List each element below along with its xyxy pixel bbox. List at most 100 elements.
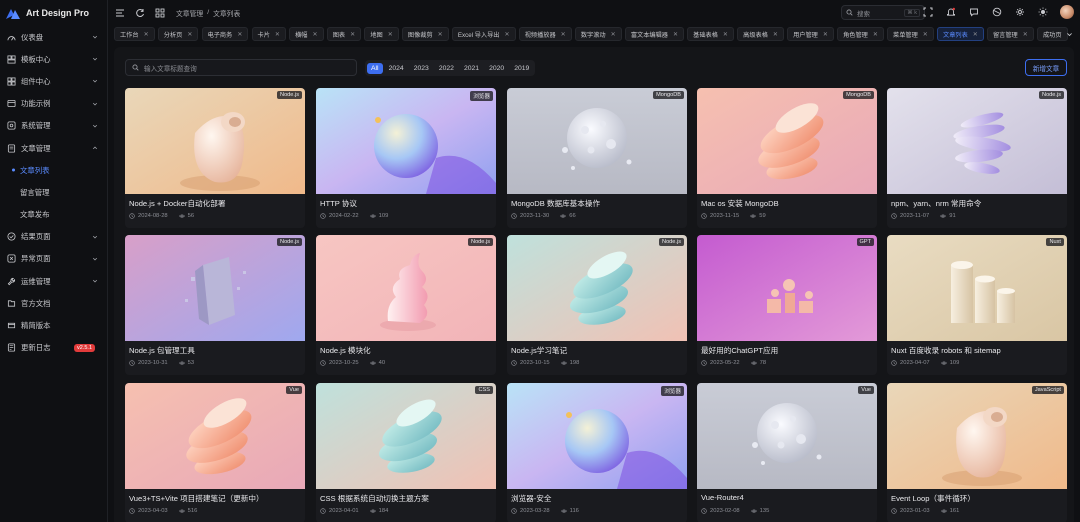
- article-card[interactable]: Node.js npm、yarn、nrm 常用命令 2023-11-07 91: [887, 88, 1067, 228]
- tab[interactable]: 图像裁剪 ✕: [401, 27, 449, 41]
- notification-bell-icon[interactable]: [945, 6, 957, 18]
- article-title[interactable]: 最好用的ChatGPT应用: [701, 345, 873, 356]
- article-title[interactable]: Node.js + Docker自动化部署: [129, 198, 301, 209]
- close-icon[interactable]: ✕: [388, 31, 393, 38]
- tab[interactable]: 留言管理 ✕: [986, 27, 1034, 41]
- article-card[interactable]: 浏览器 HTTP 协议 2024-02-22 109: [316, 88, 496, 228]
- article-title[interactable]: Mac os 安装 MongoDB: [701, 198, 873, 209]
- sidebar-item[interactable]: 留言管理: [0, 181, 107, 203]
- sidebar-item[interactable]: 模板中心: [0, 48, 107, 70]
- article-title[interactable]: 浏览器-安全: [511, 493, 683, 504]
- theme-sun-icon[interactable]: [1037, 6, 1049, 18]
- close-icon[interactable]: ✕: [350, 31, 355, 38]
- close-icon[interactable]: ✕: [823, 31, 828, 38]
- user-avatar[interactable]: [1060, 5, 1074, 19]
- article-cover-image[interactable]: [697, 383, 877, 489]
- tab[interactable]: 图表 ✕: [326, 27, 362, 41]
- article-cover-image[interactable]: [697, 88, 877, 194]
- close-icon[interactable]: ✕: [313, 31, 318, 38]
- article-card[interactable]: CSS CSS 根据系统自动切换主题方案 2023-04-01 184: [316, 383, 496, 522]
- article-card[interactable]: Node.js Node.js 包管理工具 2023-10-31 53: [125, 235, 305, 375]
- global-search[interactable]: 搜索 ⌘ k: [841, 5, 925, 20]
- article-cover-image[interactable]: [887, 383, 1067, 489]
- article-cover-image[interactable]: [507, 88, 687, 194]
- article-cover-image[interactable]: [125, 235, 305, 341]
- refresh-icon[interactable]: [134, 7, 146, 19]
- tab[interactable]: 基础表格 ✕: [687, 27, 734, 41]
- sidebar-item[interactable]: 精简版本: [0, 314, 107, 336]
- article-card[interactable]: 浏览器 浏览器-安全 2023-03-28 116: [507, 383, 687, 522]
- chat-icon[interactable]: [968, 6, 980, 18]
- close-icon[interactable]: ✕: [561, 31, 566, 38]
- article-cover-image[interactable]: [507, 235, 687, 341]
- year-option[interactable]: 2023: [410, 63, 433, 74]
- add-article-button[interactable]: 新增文章: [1025, 59, 1067, 76]
- article-search-input[interactable]: 输入文章标题查询: [125, 59, 357, 76]
- article-title[interactable]: npm、yarn、nrm 常用命令: [891, 198, 1063, 209]
- article-card[interactable]: GPT 最好用的ChatGPT应用 2023-05-22 78: [697, 235, 877, 375]
- article-card[interactable]: MongoDB Mac os 安装 MongoDB 2023-11-15 59: [697, 88, 877, 228]
- article-title[interactable]: Event Loop（事件循环）: [891, 493, 1063, 504]
- close-icon[interactable]: ✕: [873, 31, 878, 38]
- tab[interactable]: 用户管理 ✕: [787, 27, 834, 41]
- article-title[interactable]: Node.js 包管理工具: [129, 345, 301, 356]
- sidebar-item[interactable]: 系统管理: [0, 115, 107, 137]
- article-title[interactable]: Vue-Router4: [701, 493, 873, 502]
- close-icon[interactable]: ✕: [504, 31, 509, 38]
- close-icon[interactable]: ✕: [973, 31, 978, 38]
- sidebar-item[interactable]: 文章管理: [0, 137, 107, 159]
- sidebar-item[interactable]: 文章发布: [0, 204, 107, 226]
- apps-icon[interactable]: [154, 7, 166, 19]
- article-title[interactable]: Vue3+TS+Vite 项目搭建笔记（更新中）: [129, 493, 301, 504]
- sidebar-item[interactable]: 文章列表: [0, 159, 107, 181]
- tab[interactable]: 分析页 ✕: [157, 27, 199, 41]
- close-icon[interactable]: ✕: [1023, 31, 1028, 38]
- year-option[interactable]: 2019: [510, 63, 533, 74]
- tab[interactable]: 地图 ✕: [364, 27, 399, 41]
- year-option[interactable]: 2022: [435, 63, 458, 74]
- article-title[interactable]: Node.js学习笔记: [511, 345, 683, 356]
- article-cover-image[interactable]: [697, 235, 877, 341]
- close-icon[interactable]: ✕: [438, 31, 443, 38]
- close-icon[interactable]: ✕: [237, 31, 242, 38]
- article-title[interactable]: Node.js 模块化: [320, 345, 492, 356]
- close-icon[interactable]: ✕: [275, 31, 280, 38]
- tab[interactable]: 文章列表 ✕: [937, 27, 984, 41]
- sidebar-item[interactable]: 官方文档: [0, 292, 107, 314]
- article-cover-image[interactable]: [125, 88, 305, 194]
- article-card[interactable]: Vue Vue3+TS+Vite 项目搭建笔记（更新中） 2023-04-03 516: [125, 383, 305, 522]
- tab[interactable]: 数字滚动 ✕: [574, 27, 622, 41]
- brand[interactable]: Art Design Pro: [0, 0, 107, 26]
- tabs-more-icon[interactable]: [1062, 27, 1076, 41]
- close-icon[interactable]: ✕: [923, 31, 928, 38]
- close-icon[interactable]: ✕: [773, 31, 778, 38]
- tab[interactable]: 卡片 ✕: [251, 27, 286, 41]
- article-cover-image[interactable]: [316, 88, 496, 194]
- fullscreen-icon[interactable]: [922, 6, 934, 18]
- article-title[interactable]: MongoDB 数据库基本操作: [511, 198, 683, 209]
- close-icon[interactable]: ✕: [187, 31, 192, 38]
- sidebar-item[interactable]: 更新日志 v2.5.1: [0, 337, 107, 359]
- article-cover-image[interactable]: [316, 235, 496, 341]
- article-cover-image[interactable]: [125, 383, 305, 489]
- close-icon[interactable]: ✕: [723, 31, 728, 38]
- article-card[interactable]: Node.js Node.js学习笔记 2023-10-15 198: [507, 235, 687, 375]
- tab[interactable]: 视频播放器 ✕: [518, 27, 572, 41]
- tab[interactable]: 横幅 ✕: [289, 27, 324, 41]
- article-cover-image[interactable]: [887, 235, 1067, 341]
- article-cover-image[interactable]: [507, 383, 687, 489]
- article-title[interactable]: Nuxt 百度收录 robots 和 sitemap: [891, 345, 1063, 356]
- close-icon[interactable]: ✕: [144, 31, 149, 38]
- settings-gear-icon[interactable]: [1014, 6, 1026, 18]
- tab[interactable]: 富文本编辑器 ✕: [624, 27, 684, 41]
- article-cover-image[interactable]: [316, 383, 496, 489]
- close-icon[interactable]: ✕: [673, 31, 678, 38]
- tab[interactable]: 工作台 ✕: [114, 27, 155, 41]
- article-card[interactable]: Node.js Node.js 模块化 2023-10-25 40: [316, 235, 496, 375]
- article-card[interactable]: JavaScript Event Loop（事件循环） 2023-01-03 161: [887, 383, 1067, 522]
- sidebar-item[interactable]: 异常页面: [0, 248, 107, 270]
- year-option[interactable]: 2024: [385, 63, 408, 74]
- sidebar-item[interactable]: 组件中心: [0, 70, 107, 92]
- language-icon[interactable]: [991, 6, 1003, 18]
- tab[interactable]: 电子商务 ✕: [201, 27, 249, 41]
